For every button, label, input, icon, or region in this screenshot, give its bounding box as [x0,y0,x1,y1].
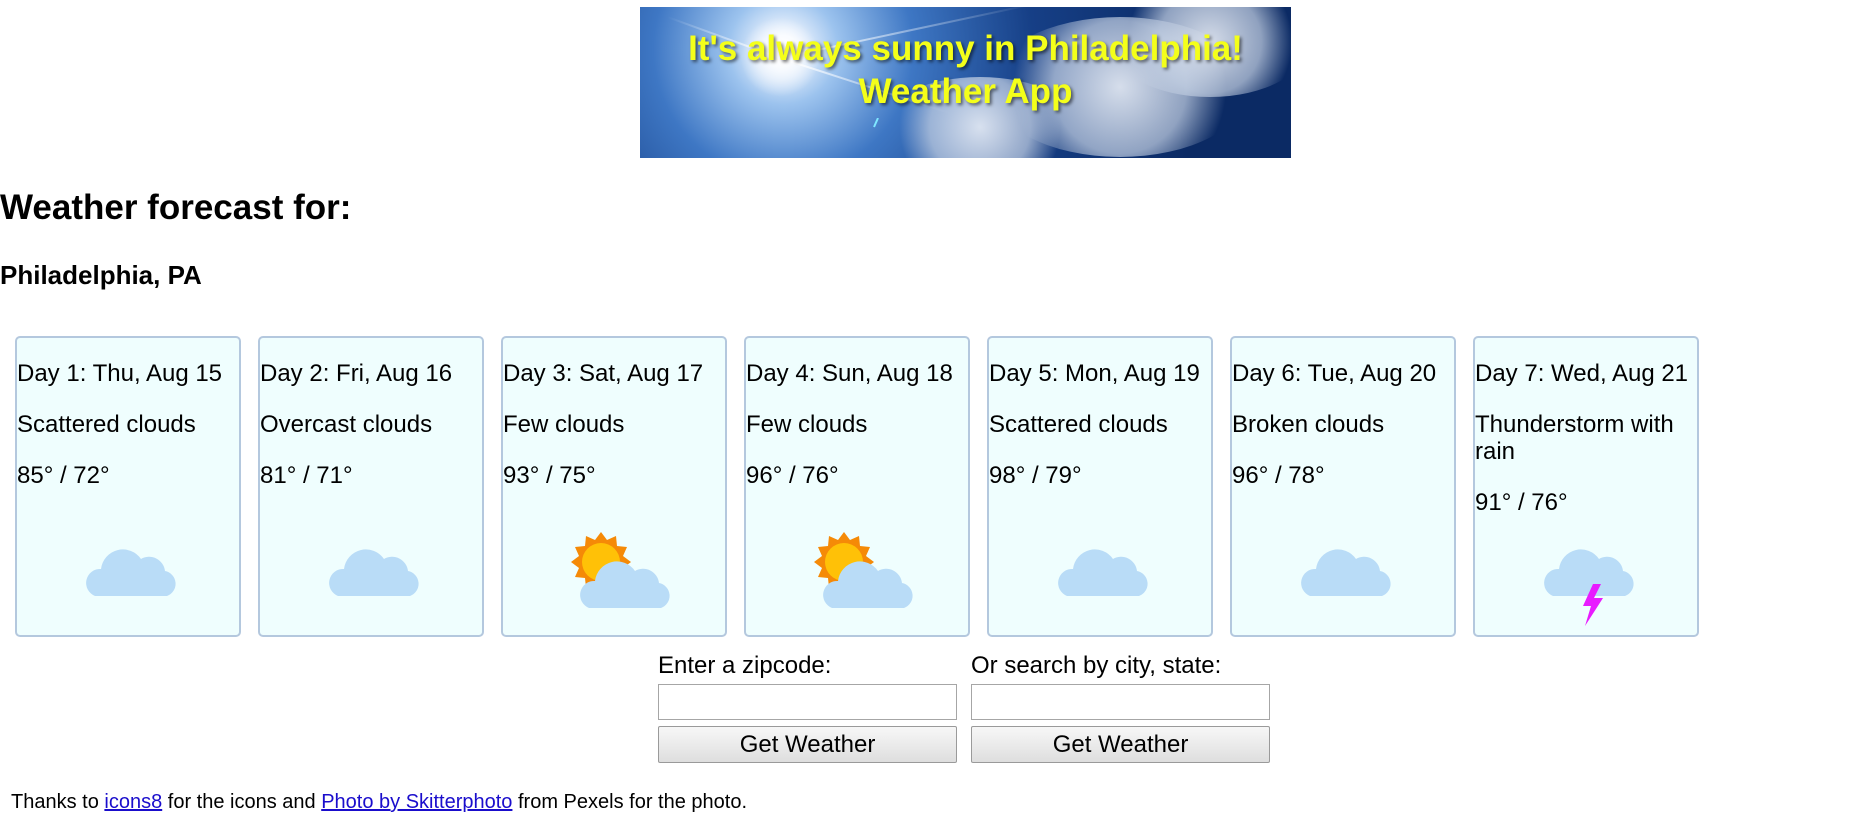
forecast-date: Day 7: Wed, Aug 21 [1475,360,1689,387]
city-search-form: Or search by city, state: Get Weather [971,652,1270,763]
photo-credit-link[interactable]: Photo by Skitterphoto [321,791,512,813]
zip-get-weather-button[interactable]: Get Weather [658,726,957,763]
forecast-description: Scattered clouds [989,411,1168,438]
weather-page: It's always sunny in Philadelphia! Weath… [0,0,1868,836]
cloud-icon [1301,549,1391,596]
credits-prefix: Thanks to [11,791,99,813]
forecast-description: Overcast clouds [260,411,433,438]
forecast-description: Broken clouds [1232,411,1385,438]
icons8-link[interactable]: icons8 [104,791,162,813]
forecast-date: Day 2: Fri, Aug 16 [260,360,453,387]
forecast-card-day-4: Day 4: Sun, Aug 18 Few clouds 96° / 76° [744,336,970,637]
cloud-icon [86,549,176,596]
forecast-date: Day 5: Mon, Aug 19 [989,360,1200,387]
cloud-icon [329,549,419,596]
forecast-card-day-3: Day 3: Sat, Aug 17 Few clouds 93° / 75° [501,336,727,637]
zip-label: Enter a zipcode: [658,652,832,679]
credits-suffix: from Pexels for the photo. [518,791,748,813]
forecast-date: Day 6: Tue, Aug 20 [1232,360,1437,387]
forecast-description: Thunderstorm with rain [1475,411,1674,465]
forecast-description: Few clouds [746,411,868,438]
forecast-temps: 96° / 78° [1232,462,1325,489]
forecast-temps: 91° / 76° [1475,489,1568,516]
city-get-weather-button[interactable]: Get Weather [971,726,1270,763]
forecast-temps: 81° / 71° [260,462,353,489]
credits: Thanks to icons8 for the icons and Photo… [11,790,747,814]
credits-middle: for the icons and [167,791,316,813]
forecast-temps: 98° / 79° [989,462,1082,489]
banner-title-line2: Weather App [858,72,1073,111]
cloud-icon [1058,549,1148,596]
city-label: Or search by city, state: [971,652,1222,679]
banner-title: It's always sunny in Philadelphia! Weath… [640,27,1291,113]
forecast-heading: Weather forecast for: [0,188,352,227]
location-heading: Philadelphia, PA [0,260,202,290]
partly-sunny-icon [814,532,913,608]
partly-sunny-icon [571,532,670,608]
city-input[interactable] [971,684,1270,720]
forecast-card-day-6: Day 6: Tue, Aug 20 Broken clouds 96° / 7… [1230,336,1456,637]
forecast-card-day-7: Day 7: Wed, Aug 21 Thunderstorm with rai… [1473,336,1699,637]
forecast-card-day-1: Day 1: Thu, Aug 15 Scattered clouds 85° … [15,336,241,637]
forecast-description: Scattered clouds [17,411,196,438]
forecast-temps: 85° / 72° [17,462,110,489]
forecast-temps: 93° / 75° [503,462,596,489]
thunderstorm-icon [1544,549,1634,626]
forecast-description: Few clouds [503,411,625,438]
header-banner: It's always sunny in Philadelphia! Weath… [640,7,1291,158]
forecast-date: Day 4: Sun, Aug 18 [746,360,953,387]
forecast-card-day-2: Day 2: Fri, Aug 16 Overcast clouds 81° /… [258,336,484,637]
zip-input[interactable] [658,684,957,720]
banner-title-line1: It's always sunny in Philadelphia! [688,29,1243,68]
forecast-temps: 96° / 76° [746,462,839,489]
forecast-date: Day 1: Thu, Aug 15 [17,360,223,387]
zip-search-form: Enter a zipcode: Get Weather [658,652,957,763]
forecast-date: Day 3: Sat, Aug 17 [503,360,704,387]
forecast-card-day-5: Day 5: Mon, Aug 19 Scattered clouds 98° … [987,336,1213,637]
raindrop-icon [873,118,879,128]
